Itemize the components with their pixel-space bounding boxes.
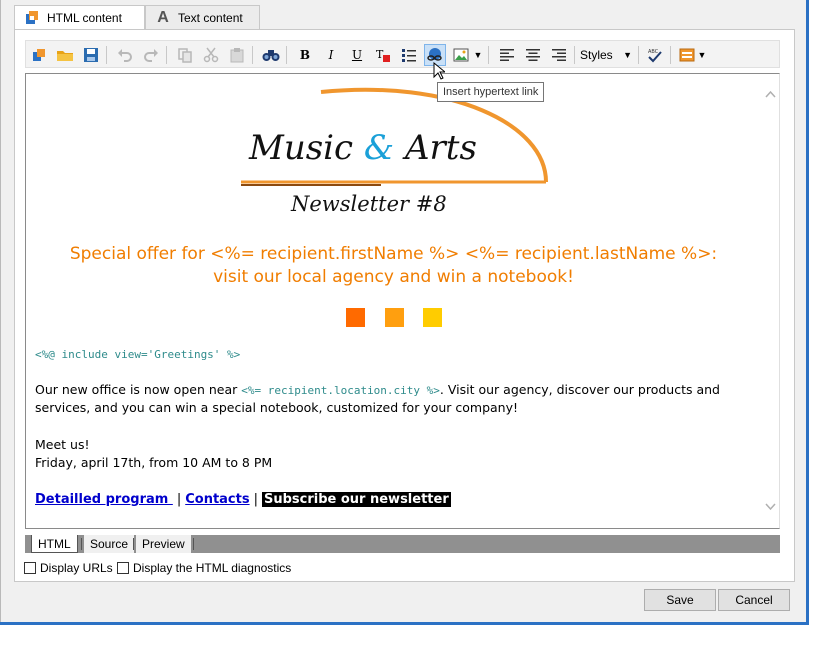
align-center-icon[interactable] — [522, 44, 544, 66]
underline-icon[interactable]: U — [346, 44, 368, 66]
location-code: <%= recipient.location.city %> — [241, 384, 440, 397]
toolbar: B I U T ▼ Styles ▼ ABC ▼ — [25, 40, 780, 68]
paragraph-line-2: services, and you can win a special note… — [35, 400, 519, 415]
paragraph-text: . Visit our agency, discover our product… — [439, 382, 720, 397]
bullet-list-icon[interactable] — [398, 44, 420, 66]
undo-icon[interactable] — [114, 44, 136, 66]
tab-label: Text content — [178, 10, 243, 25]
separator — [286, 46, 287, 64]
html-content-icon — [23, 9, 41, 27]
tab-text-content[interactable]: A Text content — [145, 5, 260, 29]
redo-icon[interactable] — [140, 44, 162, 66]
tab-preview[interactable]: Preview — [136, 535, 191, 553]
open-folder-icon[interactable] — [54, 44, 76, 66]
bold-icon[interactable]: B — [294, 44, 316, 66]
image-dropdown-icon[interactable]: ▼ — [472, 44, 484, 66]
subscribe-link[interactable]: Subscribe our newsletter — [261, 492, 451, 507]
link-separator: | — [176, 492, 182, 507]
tooltip: Insert hypertext link — [437, 82, 545, 102]
insert-image-icon[interactable] — [450, 44, 472, 66]
logo-title-left: Music — [249, 128, 354, 168]
logo-title: Music & Arts — [249, 128, 477, 168]
styles-label: Styles — [580, 48, 613, 62]
italic-icon[interactable]: I — [320, 44, 342, 66]
window-border-bottom — [0, 622, 809, 625]
spellcheck-icon[interactable]: ABC — [644, 44, 666, 66]
personalization-dropdown-icon[interactable]: ▼ — [696, 44, 708, 66]
save-disk-icon[interactable] — [80, 44, 102, 66]
svg-text:T: T — [376, 48, 384, 61]
chevron-down-icon: ▼ — [623, 50, 632, 60]
tab-html-content[interactable]: HTML content — [14, 5, 145, 30]
paragraph-line-1: Our new office is now open near <%= reci… — [35, 381, 720, 400]
tab-source[interactable]: Source — [84, 535, 135, 553]
separator — [106, 46, 107, 64]
svg-text:ABC: ABC — [648, 49, 659, 55]
orange-square — [346, 308, 365, 327]
find-binoculars-icon[interactable] — [260, 44, 282, 66]
include-greetings-code: <%@ include view='Greetings' %> — [35, 348, 241, 361]
align-left-icon[interactable] — [496, 44, 518, 66]
personalization-icon[interactable] — [676, 44, 698, 66]
new-icon[interactable] — [28, 44, 50, 66]
cancel-button[interactable]: Cancel — [718, 589, 790, 611]
separator — [133, 538, 134, 550]
display-diagnostics-option[interactable]: Display the HTML diagnostics — [117, 561, 291, 575]
amber-square — [385, 308, 404, 327]
display-urls-checkbox[interactable] — [24, 562, 36, 574]
event-date-text: Friday, april 17th, from 10 AM to 8 PM — [35, 455, 273, 470]
vertical-scrollbar[interactable] — [762, 74, 779, 528]
content-panel: B I U T ▼ Styles ▼ ABC ▼ Music & Arts Ne… — [14, 29, 795, 582]
separator — [488, 46, 489, 64]
tab-html[interactable]: HTML — [31, 535, 78, 553]
program-link[interactable]: Detailled program — [35, 492, 173, 507]
separator — [193, 538, 194, 550]
offer-line-1: Special offer for <%= recipient.firstNam… — [69, 244, 718, 264]
link-separator: | — [253, 492, 258, 507]
styles-dropdown[interactable]: Styles ▼ — [574, 44, 634, 66]
cut-icon[interactable] — [200, 44, 222, 66]
display-diagnostics-checkbox[interactable] — [117, 562, 129, 574]
tab-label: HTML content — [47, 11, 122, 25]
offer-line-2: visit our local agency and win a noteboo… — [213, 267, 574, 287]
scroll-up-icon[interactable] — [762, 86, 779, 103]
save-button[interactable]: Save — [644, 589, 716, 611]
scroll-down-icon[interactable] — [762, 498, 779, 515]
separator — [670, 46, 671, 64]
music-arts-logo: Music & Arts Newsletter #8 — [231, 84, 561, 219]
paste-icon[interactable] — [226, 44, 248, 66]
logo-title-right: Arts — [404, 128, 477, 168]
separator — [638, 46, 639, 64]
separator — [166, 46, 167, 64]
mouse-cursor-icon — [433, 61, 447, 83]
yellow-square — [423, 308, 442, 327]
html-editor[interactable]: Music & Arts Newsletter #8 Special offer… — [25, 73, 780, 529]
links-row: Detailled program | Contacts | Subscribe ou… — [35, 492, 451, 507]
logo-ampersand: & — [363, 128, 395, 168]
text-content-icon: A — [157, 8, 169, 26]
separator — [81, 538, 82, 550]
contacts-link[interactable]: Contacts — [185, 492, 249, 507]
display-diagnostics-label: Display the HTML diagnostics — [133, 561, 292, 575]
separator — [252, 46, 253, 64]
align-right-icon[interactable] — [548, 44, 570, 66]
window-border — [806, 0, 809, 625]
paragraph-text: Our new office is now open near — [35, 382, 242, 397]
logo-subtitle: Newsletter #8 — [291, 192, 447, 216]
display-urls-label: Display URLs — [40, 561, 113, 575]
copy-icon[interactable] — [174, 44, 196, 66]
text-color-icon[interactable]: T — [372, 44, 394, 66]
meet-us-text: Meet us! — [35, 437, 90, 452]
display-urls-option[interactable]: Display URLs — [24, 561, 113, 575]
editor-mode-tabs: HTML Source Preview — [25, 535, 780, 553]
